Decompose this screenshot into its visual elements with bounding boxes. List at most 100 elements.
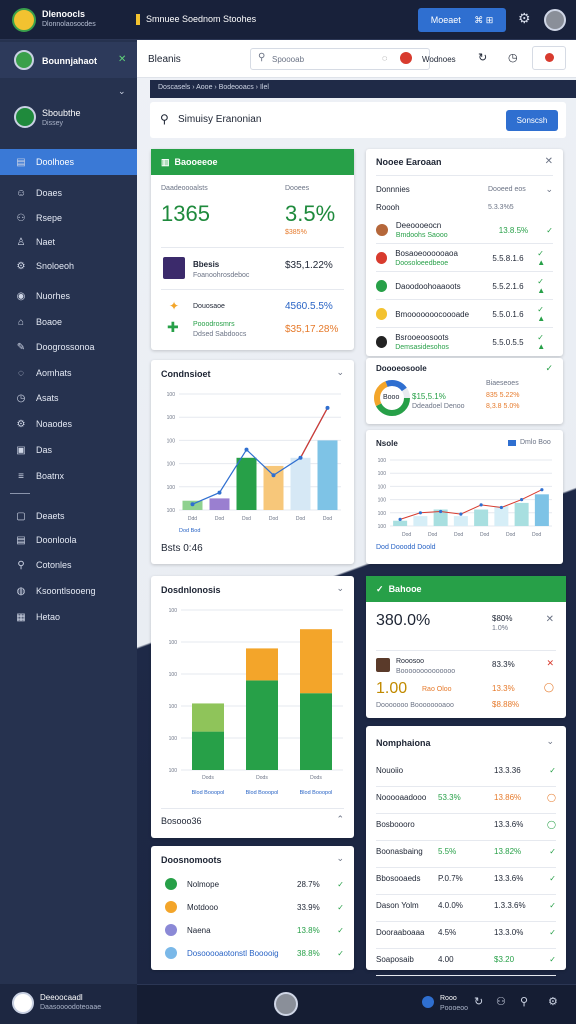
- divider: [376, 299, 553, 300]
- list-item[interactable]: Motdooo 33.9% ✓: [161, 901, 344, 913]
- breadcrumb[interactable]: Doscasels › Aooe › Bodeooacs › Ilel: [158, 84, 269, 91]
- divider: [376, 840, 556, 841]
- alert-big-right2: 1.0%: [492, 625, 508, 632]
- list-item[interactable]: Nolmope 28.7% ✓: [161, 878, 344, 890]
- action-button[interactable]: Sonscsh: [506, 110, 558, 131]
- users-icon: ☺: [16, 187, 27, 199]
- close-icon[interactable]: ✕: [118, 54, 126, 65]
- record-icon[interactable]: [400, 52, 412, 64]
- chart3-footer: Bosooo36: [161, 816, 202, 826]
- x-tick-label: Dod: [269, 516, 278, 522]
- bar: [474, 509, 489, 526]
- chart3-title: Dosdnlonosis: [161, 585, 221, 595]
- row-mid: P.0.7%: [438, 874, 463, 883]
- item-value: 38.8%: [297, 948, 320, 958]
- sidebar-item-14[interactable]: ▤ Doonloola: [0, 527, 137, 553]
- sidebar-item-7[interactable]: ✎ Doogrossonoa: [0, 334, 137, 360]
- table-row[interactable]: Soaposaib 4.00 $3.20 ✓: [376, 955, 556, 964]
- chevron-down-icon[interactable]: ⌄: [118, 86, 126, 97]
- close-icon[interactable]: ✕: [546, 658, 554, 669]
- alert-row1-name: Rooosoo: [396, 658, 425, 665]
- sidebar-item-6[interactable]: ⌂ Boaoe: [0, 309, 137, 335]
- app-subtitle: Dlonnolaosocdes: [42, 21, 96, 28]
- primary-button[interactable]: Moeaet ⌘ ⊞: [418, 8, 506, 32]
- center-avatar[interactable]: [274, 992, 298, 1016]
- status-icon[interactable]: [422, 996, 434, 1008]
- settings-icon[interactable]: ⚙: [548, 995, 558, 1008]
- app-logo[interactable]: [12, 8, 36, 32]
- table-row[interactable]: Nooooaadooo 53.3% 13.86% ◯: [376, 793, 556, 802]
- chevron-down-icon[interactable]: ⌄: [336, 583, 344, 594]
- sidebar-item-1[interactable]: ☺ Doaes: [0, 180, 137, 206]
- close-icon[interactable]: ✕: [545, 156, 553, 167]
- chevron-up-icon[interactable]: ⌃: [336, 814, 344, 825]
- sidebar-item-12[interactable]: ≡ Boatnx: [0, 463, 137, 489]
- list-item[interactable]: Naena 13.8% ✓: [161, 924, 344, 936]
- sidebar-header-title: Bounnjahaot: [42, 56, 97, 66]
- list-icon: ≡: [18, 470, 24, 482]
- chevron-down-icon[interactable]: ⌄: [336, 853, 344, 864]
- warning-icon[interactable]: ◯: [544, 682, 554, 693]
- avatar[interactable]: [544, 9, 566, 31]
- list-item[interactable]: Bsrooeoosoots Demsasidesohos 5.5.0.5.5 ✓ ▲: [376, 333, 553, 351]
- y-tick-label: 100: [167, 438, 176, 444]
- sidebar-item-13[interactable]: ▢ Deaets: [0, 503, 137, 529]
- footer-avatar[interactable]: [12, 992, 34, 1014]
- sidebar-item-11[interactable]: ▣ Das: [0, 437, 137, 463]
- sidebar-item-2[interactable]: ⚇ Rsepe: [0, 205, 137, 231]
- sidebar-item-15[interactable]: ⚲ Cotonles: [0, 552, 137, 578]
- pen-icon: ✎: [16, 341, 26, 353]
- table-row[interactable]: Dason Yolm 4.0.0% 1.3.3.6% ✓: [376, 901, 556, 910]
- item-value: 33.9%: [297, 902, 320, 912]
- row-value: 13.3.6%: [494, 820, 524, 829]
- list-item[interactable]: Daoodoohoaaoots 5.5.2.1.6 ✓ ▲: [376, 277, 553, 295]
- list-item[interactable]: Bosaoeoooooaoa Doosoloeedbeoe 5.5.8.1.6 ✓ ▲: [376, 249, 553, 267]
- list-item[interactable]: Bmooooooocoooade 5.5.0.1.6 ✓ ▲: [376, 305, 553, 323]
- sidebar-item-17[interactable]: ▦ Hetao: [0, 604, 137, 630]
- refresh-icon[interactable]: ↻: [474, 995, 483, 1008]
- list-item[interactable]: Dosooooaotonstl Booooig 38.8% ✓: [161, 947, 344, 959]
- table-row[interactable]: Boonasbaing 5.5% 13.82% ✓: [376, 847, 556, 856]
- sidebar-item-8[interactable]: ◌ Aomhats: [0, 360, 137, 386]
- table-row[interactable]: Dooraaboaaa 4.5% 13.3.0% ✓: [376, 928, 556, 937]
- people-icon[interactable]: ⚇: [496, 995, 506, 1008]
- check-icon: ◯: [547, 793, 556, 802]
- check-icon: ✓ ▲: [537, 249, 546, 267]
- table-row[interactable]: Bosboooro 13.3.6% ◯: [376, 820, 556, 829]
- chevron-down-icon[interactable]: ⌄: [545, 184, 553, 195]
- close-icon[interactable]: ✕: [546, 614, 554, 625]
- kpi-big-sub: $385%: [285, 229, 307, 236]
- sidebar-item-16[interactable]: ◍ Ksoontlsooeng: [0, 578, 137, 604]
- item-value: 13.8%: [297, 925, 320, 935]
- sidebar-item-0[interactable]: ▤ Doolhoes: [0, 149, 137, 175]
- x-tick-label: Dod: [296, 516, 305, 522]
- search-icon[interactable]: ⚲: [520, 995, 528, 1008]
- sidebar-item-4[interactable]: ⚙ Snoloeoh: [0, 253, 137, 279]
- gear-icon[interactable]: ⚙: [518, 10, 531, 27]
- toggle-icon[interactable]: ◌: [382, 53, 387, 63]
- bar-segment: [246, 680, 278, 770]
- sidebar-item-label: Boatnx: [36, 471, 65, 481]
- chevron-down-icon[interactable]: ⌄: [336, 367, 344, 378]
- chevron-down-icon[interactable]: ⌄: [546, 736, 554, 747]
- check-icon: ✓: [376, 584, 384, 594]
- list-item[interactable]: Deeoooeocn Bmdoohs Saooo 13.8.5% ✓: [376, 221, 553, 239]
- sidebar-item-5[interactable]: ◉ Nuorhes: [0, 283, 137, 309]
- sidebar-item-3[interactable]: ♙ Naet: [0, 229, 137, 255]
- y-tick-label: 100: [167, 462, 176, 468]
- bar-segment: [192, 731, 224, 770]
- check-icon: ✓: [549, 766, 556, 775]
- footer-name: Deeoocaadl: [40, 993, 83, 1002]
- refresh-icon[interactable]: ↻: [478, 51, 487, 64]
- row-value: 13.3.36: [494, 766, 521, 775]
- x-tick-label: Dod: [480, 532, 489, 538]
- clock-icon[interactable]: ◷: [508, 51, 518, 64]
- check-icon: ✓ ▲: [537, 305, 546, 323]
- y-tick-label: 100: [167, 415, 176, 421]
- data-point: [217, 490, 222, 495]
- sidebar-item-9[interactable]: ◷ Asats: [0, 385, 137, 411]
- user-avatar[interactable]: [14, 106, 36, 128]
- sidebar-item-10[interactable]: ⚙ Noaodes: [0, 411, 137, 437]
- table-row[interactable]: Nouoiio 13.3.36 ✓: [376, 766, 556, 775]
- table-row[interactable]: Bbosooaeds P.0.7% 13.3.6% ✓: [376, 874, 556, 883]
